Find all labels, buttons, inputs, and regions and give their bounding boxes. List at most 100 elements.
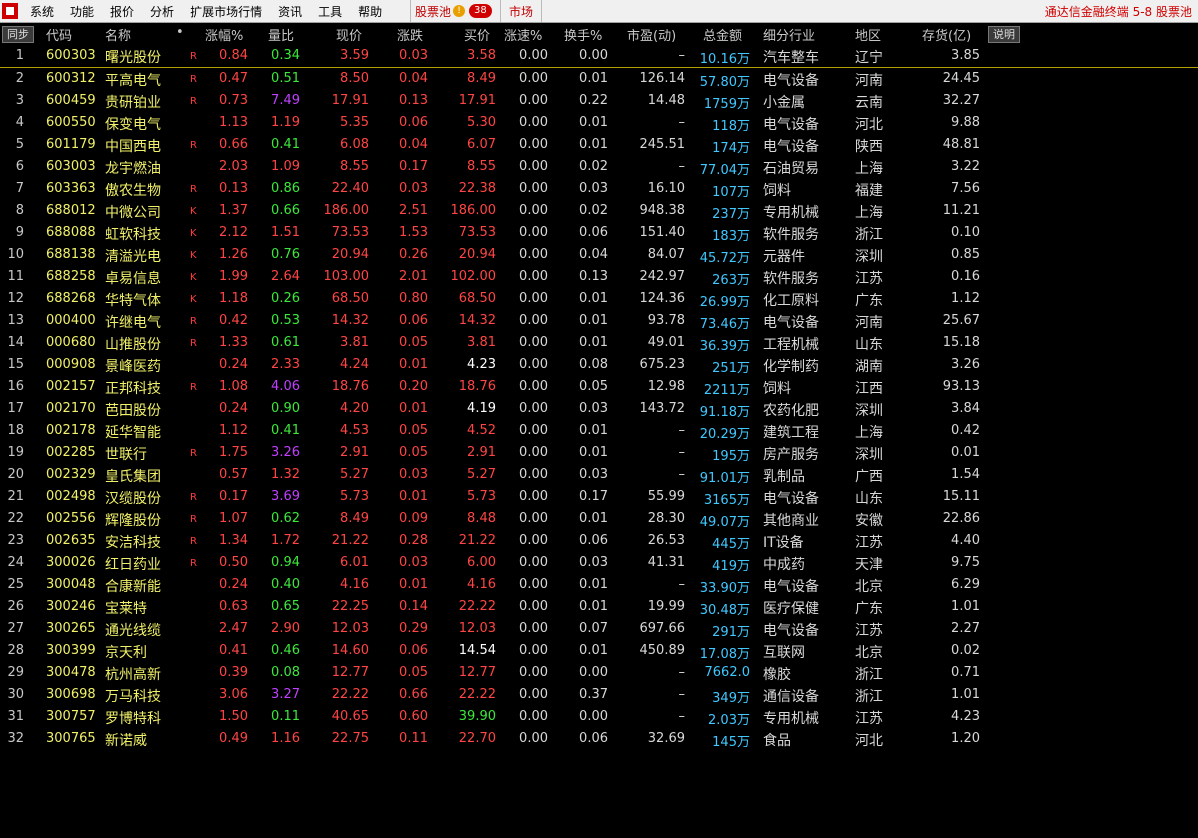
col-change-pct[interactable]: 涨幅% (205, 25, 243, 44)
current-price: 22.22 (331, 687, 369, 702)
table-row[interactable]: 19 002285 世联行 R 1.75 3.26 2.91 0.05 2.91 0.00 0.01… (0, 442, 1198, 464)
bid-price: 4.16 (467, 577, 496, 592)
table-row[interactable]: 12 688268 华特气体 K 1.18 0.26 68.50 0.80 68.50 0.00 0… (0, 288, 1198, 310)
table-row[interactable]: 23 002635 安洁科技 R 1.34 1.72 21.22 0.28 21.22 0.00 0… (0, 530, 1198, 552)
table-row[interactable]: 18 002178 延华智能 1.12 0.41 4.53 0.05 4.52 0.00 0.01… (0, 420, 1198, 442)
volume-ratio: 0.40 (271, 577, 300, 592)
table-row[interactable]: 11 688258 卓易信息 K 1.99 2.64 103.00 2.01 102.00 0.0… (0, 266, 1198, 288)
menu-news[interactable]: 资讯 (270, 3, 310, 20)
region: 江苏 (855, 271, 883, 287)
table-row[interactable]: 6 603003 龙宇燃油 2.03 1.09 8.55 0.17 8.55 0.00 0.02 –… (0, 156, 1198, 178)
table-row[interactable]: 13 000400 许继电气 R 0.42 0.53 14.32 0.06 14.32 0.00 0… (0, 310, 1198, 332)
region: 北京 (855, 579, 883, 595)
col-price[interactable]: 现价 (336, 25, 362, 44)
turnover: 0.01 (579, 335, 608, 350)
stock-name: 景峰医药 (105, 359, 161, 375)
table-row[interactable]: 5 601179 中国西电 R 0.66 0.41 6.08 0.04 6.07 0.00 0.01… (0, 134, 1198, 156)
menu-quote[interactable]: 报价 (102, 3, 142, 20)
table-row[interactable]: 32 300765 新诺威 0.49 1.16 22.75 0.11 22.70 0.00 0.0… (0, 728, 1198, 750)
total-amount-value: 2.03 (708, 713, 737, 728)
stock-name: 傲农生物 (105, 183, 161, 199)
table-row[interactable]: 10 688138 清溢光电 K 1.26 0.76 20.94 0.26 20.94 0.00 0… (0, 244, 1198, 266)
menu-system[interactable]: 系统 (22, 3, 62, 20)
sync-button[interactable]: 同步 (2, 26, 34, 43)
stock-name: 山推股份 (105, 337, 161, 353)
bid-price: 12.77 (458, 665, 496, 680)
table-row[interactable]: 27 300265 通光线缆 2.47 2.90 12.03 0.29 12.03 0.00 0.… (0, 618, 1198, 640)
stock-code: 300478 (46, 665, 96, 680)
inventory: 22.86 (942, 511, 980, 526)
table-row[interactable]: 14 000680 山推股份 R 1.33 0.61 3.81 0.05 3.81 0.00 0.0… (0, 332, 1198, 354)
region: 广东 (855, 293, 883, 309)
pe-ratio: 49.01 (647, 335, 685, 350)
table-row[interactable]: 15 000908 景峰医药 0.24 2.33 4.24 0.01 4.23 0.00 0.08… (0, 354, 1198, 376)
table-row[interactable]: 2 600312 平高电气 R 0.47 0.51 8.50 0.04 8.49 0.00 0.01… (0, 68, 1198, 90)
menu-function[interactable]: 功能 (62, 3, 102, 20)
table-row[interactable]: 25 300048 合康新能 0.24 0.40 4.16 0.01 4.16 0.00 0.01… (0, 574, 1198, 596)
volume-ratio: 2.90 (271, 621, 300, 636)
table-row[interactable]: 30 300698 万马科技 3.06 3.27 22.22 0.66 22.22 0.00 0.… (0, 684, 1198, 706)
table-row[interactable]: 26 300246 宝莱特 0.63 0.65 22.25 0.14 22.22 0.00 0.0… (0, 596, 1198, 618)
table-row[interactable]: 16 002157 正邦科技 R 1.08 4.06 18.76 0.20 18.76 0.00 0… (0, 376, 1198, 398)
stock-pool-menu[interactable]: 股票池 ! 38 (410, 0, 496, 22)
stock-name: 龙宇燃油 (105, 161, 161, 177)
table-row[interactable]: 4 600550 保变电气 1.13 1.19 5.35 0.06 5.30 0.00 0.01 –… (0, 112, 1198, 134)
col-change[interactable]: 涨跌 (397, 25, 423, 44)
col-bid[interactable]: 买价 (464, 25, 490, 44)
table-row[interactable]: 17 002170 芭田股份 0.24 0.90 4.20 0.01 4.19 0.00 0.03… (0, 398, 1198, 420)
menu-extended-market[interactable]: 扩展市场行情 (182, 3, 270, 20)
bid-price: 6.00 (467, 555, 496, 570)
table-row[interactable]: 3 600459 贵研铂业 R 0.73 7.49 17.91 0.13 17.91 0.00 0.… (0, 90, 1198, 112)
change: 0.01 (399, 489, 428, 504)
col-industry[interactable]: 细分行业 (763, 25, 815, 44)
table-row[interactable]: 31 300757 罗博特科 1.50 0.11 40.65 0.60 39.90 0.00 0.… (0, 706, 1198, 728)
col-pe[interactable]: 市盈(动) (627, 25, 676, 44)
table-row[interactable]: 22 002556 辉隆股份 R 1.07 0.62 8.49 0.09 8.48 0.00 0.0… (0, 508, 1198, 530)
market-menu[interactable]: 市场 (500, 0, 543, 22)
stock-name: 宝莱特 (105, 601, 147, 617)
table-row[interactable]: 8 688012 中微公司 K 1.37 0.66 186.00 2.51 186.00 0.00… (0, 200, 1198, 222)
margin-flag: R (190, 448, 197, 459)
table-row[interactable]: 7 603363 傲农生物 R 0.13 0.86 22.40 0.03 22.38 0.00 0.… (0, 178, 1198, 200)
table-row[interactable]: 20 002329 皇氏集团 0.57 1.32 5.27 0.03 5.27 0.00 0.03… (0, 464, 1198, 486)
col-inventory[interactable]: 存货(亿) (922, 25, 971, 44)
change-pct: 0.66 (219, 137, 248, 152)
total-amount: 251万 (690, 357, 750, 376)
stock-code: 600312 (46, 71, 96, 86)
bid-price: 22.22 (458, 687, 496, 702)
menu-help[interactable]: 帮助 (350, 3, 390, 20)
turnover: 0.22 (579, 93, 608, 108)
row-index: 20 (7, 467, 24, 482)
industry: 饲料 (763, 381, 791, 397)
menu-tools[interactable]: 工具 (310, 3, 350, 20)
table-row[interactable]: 29 300478 杭州高新 0.39 0.08 12.77 0.05 12.77 0.00 0.… (0, 662, 1198, 684)
stock-name: 万马科技 (105, 689, 161, 705)
total-amount: 107万 (690, 181, 750, 200)
table-row[interactable]: 21 002498 汉缆股份 R 0.17 3.69 5.73 0.01 5.73 0.00 0.1… (0, 486, 1198, 508)
total-amount: 17.08万 (690, 643, 750, 662)
row-index: 27 (7, 621, 24, 636)
menu-analysis[interactable]: 分析 (142, 3, 182, 20)
stock-name: 芭田股份 (105, 403, 161, 419)
table-row[interactable]: 9 688088 虹软科技 K 2.12 1.51 73.53 1.53 73.53 0.00 0.… (0, 222, 1198, 244)
table-row[interactable]: 1 600303 曙光股份 R 0.84 0.34 3.59 0.03 3.58 0.00 0.00… (0, 45, 1198, 68)
description-button[interactable]: 说明 (988, 26, 1020, 43)
col-name[interactable]: 名称 (105, 25, 131, 44)
col-volume-ratio[interactable]: 量比 (268, 25, 294, 44)
row-index: 28 (7, 643, 24, 658)
col-region[interactable]: 地区 (855, 25, 881, 44)
col-speed[interactable]: 涨速% (504, 25, 542, 44)
current-price: 103.00 (323, 269, 370, 284)
table-row[interactable]: 24 300026 红日药业 R 0.50 0.94 6.01 0.03 6.00 0.00 0.0… (0, 552, 1198, 574)
col-turnover[interactable]: 换手% (564, 25, 602, 44)
table-row[interactable]: 28 300399 京天利 0.41 0.46 14.60 0.06 14.54 0.00 0.0… (0, 640, 1198, 662)
stock-name: 通光线缆 (105, 623, 161, 639)
col-code[interactable]: 代码 (46, 25, 72, 44)
col-amount[interactable]: 总金额 (703, 25, 742, 44)
change-speed: 0.00 (519, 555, 548, 570)
industry: 通信设备 (763, 689, 819, 705)
amount-unit: 万 (736, 119, 750, 134)
change-pct: 0.84 (219, 48, 248, 63)
change-pct: 2.12 (219, 225, 248, 240)
change: 0.03 (399, 48, 428, 63)
